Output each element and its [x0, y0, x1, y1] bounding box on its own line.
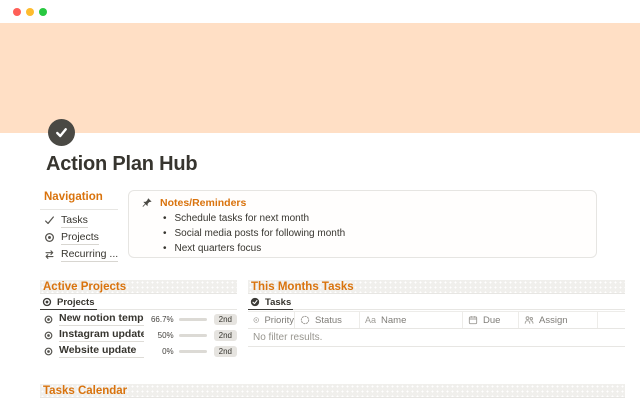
minimize-window-button[interactable]	[26, 8, 34, 16]
no-results-text: No filter results.	[253, 332, 323, 343]
page-check-circle-icon[interactable]	[48, 119, 75, 146]
status-icon	[300, 315, 310, 325]
project-percent: 66.7%	[150, 314, 174, 324]
tasks-empty-row: No filter results.	[248, 329, 625, 347]
pushpin-icon	[142, 198, 152, 207]
project-row[interactable]: New notion template 66.7% 2nd	[40, 311, 237, 327]
priority-badge: 2nd	[213, 313, 237, 325]
target-icon	[44, 347, 53, 355]
tasks-calendar-heading: Tasks Calendar	[40, 384, 625, 398]
callout-bullet: • Next quarters focus	[141, 243, 584, 258]
column-label: Name	[381, 314, 407, 326]
active-projects-heading: Active Projects	[40, 280, 237, 294]
month-tasks-heading: This Months Tasks	[248, 280, 625, 294]
tab-projects[interactable]: Projects	[40, 296, 97, 310]
tab-label: Tasks	[265, 296, 292, 308]
column-spacer	[598, 312, 625, 328]
column-header-name[interactable]: Aa Name	[360, 312, 463, 328]
nav-link-projects[interactable]: Projects	[44, 229, 134, 246]
bullet-text: Next quarters focus	[174, 243, 262, 254]
project-percent: 0%	[162, 346, 174, 356]
project-name: New notion template	[59, 312, 144, 326]
target-icon	[44, 331, 53, 339]
project-row[interactable]: Website update 0% 2nd	[40, 343, 237, 359]
nav-link-label: Tasks	[61, 213, 88, 228]
bullet-icon: •	[163, 243, 167, 254]
tasks-table-header: Priority Status Aa Name Due Assign	[248, 311, 625, 329]
tab-label: Projects	[57, 296, 95, 308]
column-label: Status	[315, 314, 342, 326]
notes-callout: Notes/Reminders • Schedule tasks for nex…	[128, 190, 597, 258]
target-icon	[45, 233, 54, 242]
project-row[interactable]: Instagram update 50% 2nd	[40, 327, 237, 343]
check-circle-icon	[250, 297, 260, 307]
project-name: Instagram update	[59, 328, 144, 342]
column-header-assign[interactable]: Assign	[519, 312, 598, 328]
check-icon	[56, 128, 67, 138]
check-icon	[45, 216, 54, 225]
target-icon	[44, 315, 53, 323]
repeat-icon	[45, 250, 54, 259]
nav-link-label: Projects	[61, 230, 99, 245]
callout-bullet: • Schedule tasks for next month	[141, 213, 584, 228]
bullet-text: Schedule tasks for next month	[174, 213, 310, 224]
tab-tasks[interactable]: Tasks	[248, 296, 294, 310]
zoom-window-button[interactable]	[39, 8, 47, 16]
divider	[40, 209, 118, 210]
bullet-icon: •	[163, 228, 167, 239]
people-icon	[524, 316, 534, 324]
progress-bar	[178, 349, 207, 353]
page-title: Action Plan Hub	[46, 153, 198, 175]
nav-link-recurring[interactable]: Recurring ...	[44, 246, 134, 263]
column-label: Assign	[539, 314, 568, 326]
nav-link-label: Recurring ...	[61, 247, 119, 262]
priority-badge: 2nd	[213, 345, 237, 357]
navigation-list: Tasks Projects Recurring ...	[44, 212, 134, 263]
page-cover[interactable]	[0, 23, 640, 133]
notion-window: Action Plan Hub Navigation Tasks Project…	[0, 0, 640, 400]
titlebar	[0, 0, 640, 23]
callout-header: Notes/Reminders	[141, 195, 584, 211]
column-label: Due	[483, 314, 501, 326]
project-name: Website update	[59, 344, 144, 358]
column-header-status[interactable]: Status	[295, 312, 360, 328]
priority-icon	[253, 317, 259, 323]
priority-badge: 2nd	[213, 329, 237, 341]
tasks-tabbar: Tasks	[248, 296, 625, 310]
target-icon	[42, 297, 52, 307]
callout-title: Notes/Reminders	[160, 197, 247, 209]
column-header-due[interactable]: Due	[463, 312, 519, 328]
column-label: Priority	[264, 314, 294, 326]
bullet-icon: •	[163, 213, 167, 224]
projects-tabbar: Projects	[40, 296, 237, 310]
column-header-priority[interactable]: Priority	[248, 312, 295, 328]
callout-bullet: • Social media posts for following month	[141, 228, 584, 243]
progress-bar	[178, 317, 207, 321]
nav-link-tasks[interactable]: Tasks	[44, 212, 134, 229]
projects-table: New notion template 66.7% 2nd Instagram …	[40, 311, 237, 359]
text-icon: Aa	[365, 315, 377, 325]
close-window-button[interactable]	[13, 8, 21, 16]
calendar-icon	[468, 316, 478, 325]
navigation-heading: Navigation	[44, 191, 103, 203]
project-percent: 50%	[157, 330, 174, 340]
bullet-text: Social media posts for following month	[174, 228, 346, 239]
progress-bar	[178, 333, 207, 337]
